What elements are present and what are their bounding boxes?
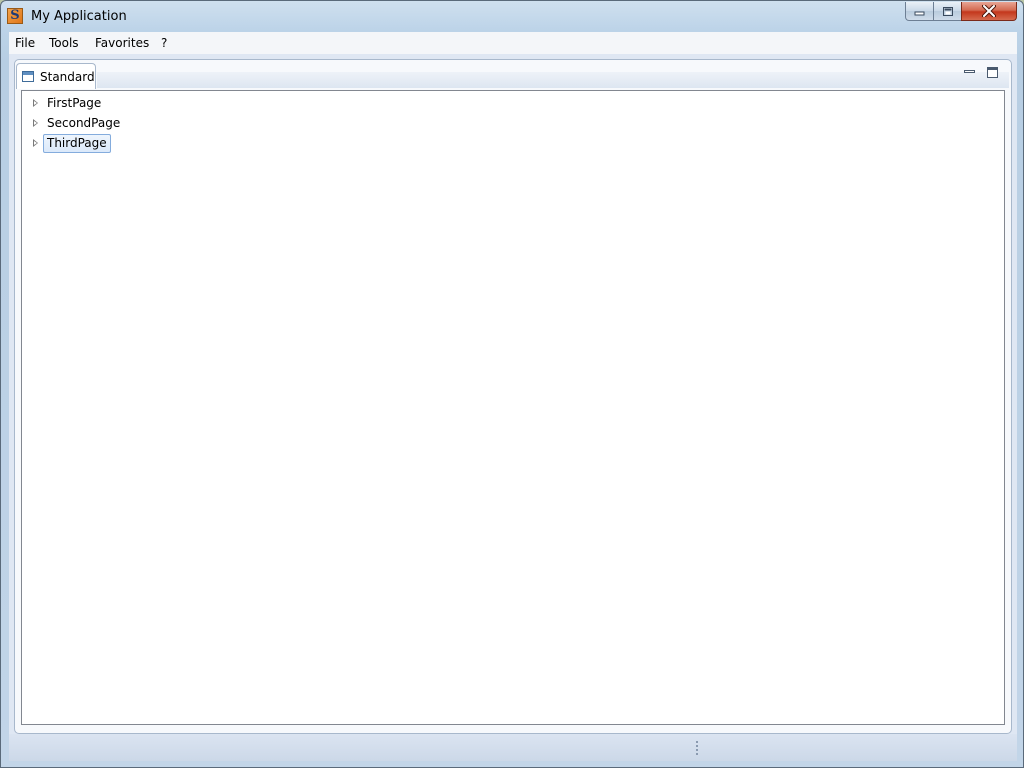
title-bar[interactable]: S My Application [1, 1, 1023, 31]
window-title: My Application [31, 9, 127, 24]
tree-item-thirdpage[interactable]: ThirdPage [22, 134, 142, 153]
expand-arrow-icon[interactable] [33, 119, 38, 127]
menu-help[interactable]: ? [161, 36, 167, 50]
close-button[interactable] [961, 2, 1017, 21]
menu-favorites[interactable]: Favorites [95, 36, 149, 50]
panel-maximize-button[interactable] [986, 66, 998, 78]
menu-bar: File Tools Favorites ? [9, 32, 1017, 55]
tree-item-label: ThirdPage [43, 134, 111, 153]
minimize-button[interactable] [905, 2, 934, 21]
panel-maximize-icon [986, 66, 998, 78]
tab-standard[interactable]: Standard [16, 63, 96, 89]
window-icon [22, 71, 34, 82]
tab-strip [97, 72, 1009, 88]
maximize-button[interactable] [933, 2, 962, 21]
tree-item-secondpage[interactable]: SecondPage [22, 115, 142, 133]
expand-arrow-icon[interactable] [33, 99, 38, 107]
tree-item-firstpage[interactable]: FirstPage [22, 95, 142, 113]
view-panel: Standard FirstPage SecondPage ThirdPage [14, 59, 1012, 734]
panel-minimize-button[interactable] [963, 66, 975, 78]
minimize-icon [914, 11, 925, 15]
client-area: Standard FirstPage SecondPage ThirdPage [9, 54, 1017, 761]
close-icon [982, 5, 996, 17]
tab-label: Standard [40, 70, 95, 84]
application-window: S My Application File Tools Favorites ? [0, 0, 1024, 768]
app-icon[interactable]: S [7, 8, 23, 24]
resize-grip-icon[interactable] [696, 741, 698, 756]
status-bar [9, 734, 1017, 761]
menu-tools[interactable]: Tools [49, 36, 79, 50]
panel-minimize-icon [963, 70, 975, 73]
page-tree[interactable]: FirstPage SecondPage ThirdPage [21, 90, 1005, 725]
tree-item-label: SecondPage [47, 116, 121, 130]
tree-item-label: FirstPage [47, 96, 102, 110]
expand-arrow-icon[interactable] [33, 139, 38, 147]
menu-file[interactable]: File [15, 36, 35, 50]
maximize-icon [942, 6, 953, 16]
